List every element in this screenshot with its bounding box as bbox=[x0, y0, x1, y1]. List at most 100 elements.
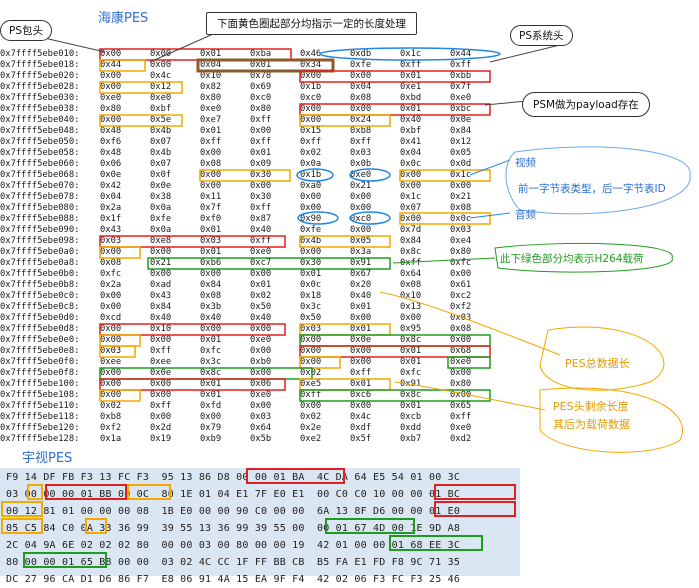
dump-byte: 0x01 bbox=[350, 302, 372, 312]
dump-byte: 0x00 bbox=[400, 214, 422, 224]
dump-byte: 0xe1 bbox=[400, 82, 422, 92]
dump-byte: 0x40 bbox=[150, 313, 172, 323]
dump-byte: 0xc6 bbox=[350, 390, 372, 400]
dump-byte: 0x68 bbox=[450, 346, 472, 356]
dump-byte: 0x87 bbox=[250, 214, 272, 224]
dump-byte: 0xbc bbox=[450, 104, 472, 114]
dump-byte: 0xf0 bbox=[200, 214, 222, 224]
dump-byte: 0x01 bbox=[350, 379, 372, 389]
dump-byte: 0x10 bbox=[400, 291, 422, 301]
dump-address: 0x7ffff5ebe110: bbox=[0, 401, 80, 411]
dump-byte: 0x04 bbox=[350, 82, 372, 92]
dump-byte: 0x03 bbox=[350, 148, 372, 158]
dump-byte: 0xee bbox=[150, 357, 172, 367]
dump-byte: 0x1c bbox=[450, 170, 472, 180]
dump-byte: 0x00 bbox=[250, 269, 272, 279]
dump-address: 0x7ffff5ebe088: bbox=[0, 214, 80, 224]
dump-byte: 0x02 bbox=[250, 291, 272, 301]
dump-byte: 0xe7 bbox=[200, 115, 222, 125]
dump-byte: 0xbf bbox=[400, 126, 422, 136]
dump-byte: 0x08 bbox=[450, 324, 472, 334]
dump-byte: 0x10 bbox=[150, 324, 172, 334]
dump-byte: 0x02 bbox=[100, 401, 122, 411]
dump-byte: 0x8c bbox=[400, 247, 422, 257]
dump-byte: 0x2a bbox=[100, 280, 122, 290]
dump-byte: 0x03 bbox=[450, 225, 472, 235]
dump-byte: 0x00 bbox=[400, 181, 422, 191]
dump-byte: 0x1c bbox=[400, 192, 422, 202]
dump-byte: 0x91 bbox=[400, 379, 422, 389]
dump-byte: 0x01 bbox=[200, 126, 222, 136]
dump-byte: 0xe0 bbox=[250, 335, 272, 345]
pes-total-len-note: PES总数据长 bbox=[565, 357, 630, 370]
dump-byte: 0x00 bbox=[250, 126, 272, 136]
dump-address: 0x7ffff5ebe0e0: bbox=[0, 335, 80, 345]
dump-byte: 0x00 bbox=[350, 192, 372, 202]
dump-byte: 0x82 bbox=[200, 82, 222, 92]
dump-address: 0x7ffff5ebe0f8: bbox=[0, 368, 80, 378]
dump-byte: 0xc7 bbox=[250, 258, 272, 268]
dump-byte: 0x00 bbox=[350, 313, 372, 323]
dump-byte: 0x00 bbox=[450, 390, 472, 400]
dump-byte: 0xfc bbox=[450, 258, 472, 268]
dump-address: 0x7ffff5ebe050: bbox=[0, 137, 80, 147]
dump-byte: 0xff bbox=[250, 203, 272, 213]
dump-byte: 0x01 bbox=[200, 49, 222, 59]
dump-byte: 0x1a bbox=[100, 434, 122, 444]
dump-byte: 0x00 bbox=[400, 170, 422, 180]
dump-byte: 0x19 bbox=[150, 434, 172, 444]
dump-byte: 0x00 bbox=[200, 148, 222, 158]
dump-byte: 0x00 bbox=[200, 181, 222, 191]
dump-byte: 0x00 bbox=[200, 269, 222, 279]
dump-byte: 0x01 bbox=[200, 335, 222, 345]
dump-byte: 0x50 bbox=[250, 302, 272, 312]
dump-byte: 0x00 bbox=[150, 269, 172, 279]
dump-byte: 0x64 bbox=[250, 423, 272, 433]
dump-byte: 0x0c bbox=[300, 280, 322, 290]
dump-byte: 0xfc bbox=[100, 269, 122, 279]
dump-byte: 0x15 bbox=[300, 126, 322, 136]
dump-byte: 0x0a bbox=[300, 159, 322, 169]
dump-byte: 0x08 bbox=[200, 159, 222, 169]
dump-byte: 0xa0 bbox=[300, 181, 322, 191]
payload-after-note: 其后为载荷数据 bbox=[553, 418, 630, 431]
dump-byte: 0x01 bbox=[250, 280, 272, 290]
h264-note: 此下绿色部分均表示H264载荷 bbox=[500, 253, 644, 265]
dump-byte: 0x4b bbox=[150, 126, 172, 136]
dump-byte: 0x04 bbox=[100, 192, 122, 202]
dump-byte: 0x00 bbox=[350, 71, 372, 81]
dump-byte: 0xff bbox=[250, 137, 272, 147]
dump-byte: 0x0a bbox=[150, 225, 172, 235]
dump-byte: 0x01 bbox=[400, 357, 422, 367]
dump-byte: 0xb0 bbox=[250, 357, 272, 367]
ys-hex-row: 80 00 00 01 65 B8 00 00 03 02 4C CC 1F F… bbox=[6, 557, 461, 568]
dump-byte: 0xe0 bbox=[150, 93, 172, 103]
dump-address: 0x7ffff5ebe090: bbox=[0, 225, 80, 235]
dump-address: 0x7ffff5ebe028: bbox=[0, 82, 80, 92]
dump-byte: 0x03 bbox=[100, 236, 122, 246]
dump-byte: 0x00 bbox=[300, 357, 322, 367]
dump-byte: 0x48 bbox=[100, 148, 122, 158]
dump-byte: 0x05 bbox=[350, 236, 372, 246]
dump-byte: 0xe0 bbox=[450, 423, 472, 433]
dump-byte: 0xff bbox=[250, 115, 272, 125]
dump-byte: 0xf6 bbox=[100, 137, 122, 147]
dump-byte: 0x00 bbox=[300, 346, 322, 356]
dump-byte: 0xcd bbox=[100, 313, 122, 323]
dump-byte: 0x5e bbox=[150, 115, 172, 125]
dump-byte: 0x34 bbox=[300, 60, 322, 70]
dump-byte: 0x04 bbox=[400, 148, 422, 158]
dump-byte: 0x03 bbox=[450, 313, 472, 323]
dump-byte: 0x0b bbox=[350, 159, 372, 169]
dump-byte: 0x07 bbox=[150, 159, 172, 169]
dump-byte: 0xff bbox=[150, 401, 172, 411]
dump-byte: 0x00 bbox=[100, 390, 122, 400]
dump-address: 0x7ffff5ebe098: bbox=[0, 236, 80, 246]
dump-byte: 0xbb bbox=[450, 71, 472, 81]
ps-header-callout: PS包头 bbox=[0, 20, 52, 41]
pes-hdr-remain-note: PES头剩余长度 bbox=[553, 400, 629, 413]
dump-byte: 0x01 bbox=[400, 104, 422, 114]
dump-byte: 0x01 bbox=[400, 346, 422, 356]
dump-byte: 0x00 bbox=[250, 401, 272, 411]
dump-byte: 0x06 bbox=[100, 159, 122, 169]
